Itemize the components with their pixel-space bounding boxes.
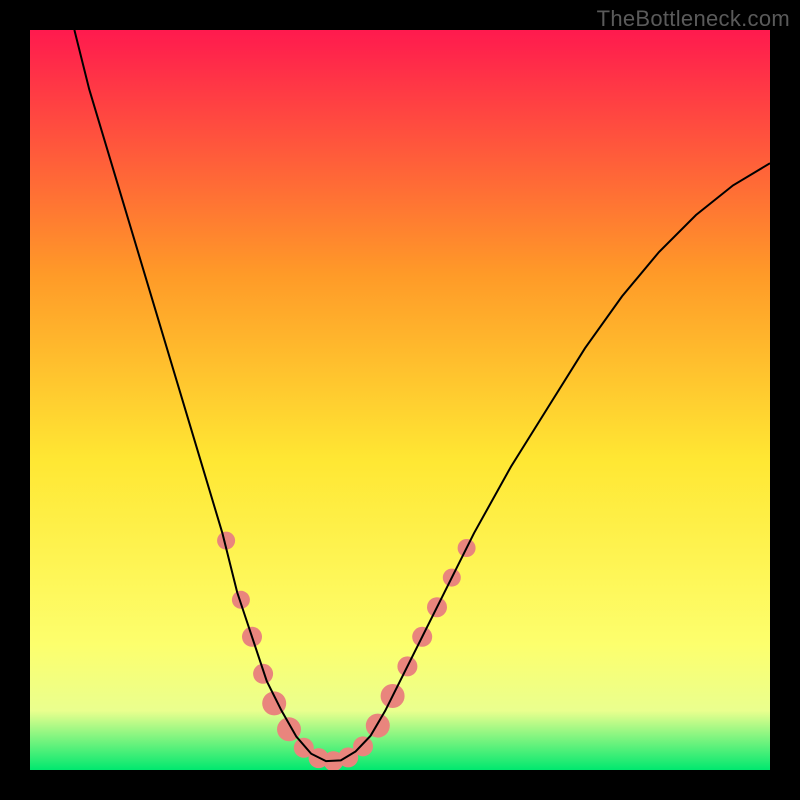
highlight-dot — [253, 664, 273, 684]
highlight-dot — [366, 714, 390, 738]
watermark-text: TheBottleneck.com — [597, 6, 790, 32]
highlight-dot — [353, 736, 373, 756]
gradient-background — [30, 30, 770, 770]
plot-area — [30, 30, 770, 770]
chart-svg — [30, 30, 770, 770]
frame: TheBottleneck.com — [0, 0, 800, 800]
